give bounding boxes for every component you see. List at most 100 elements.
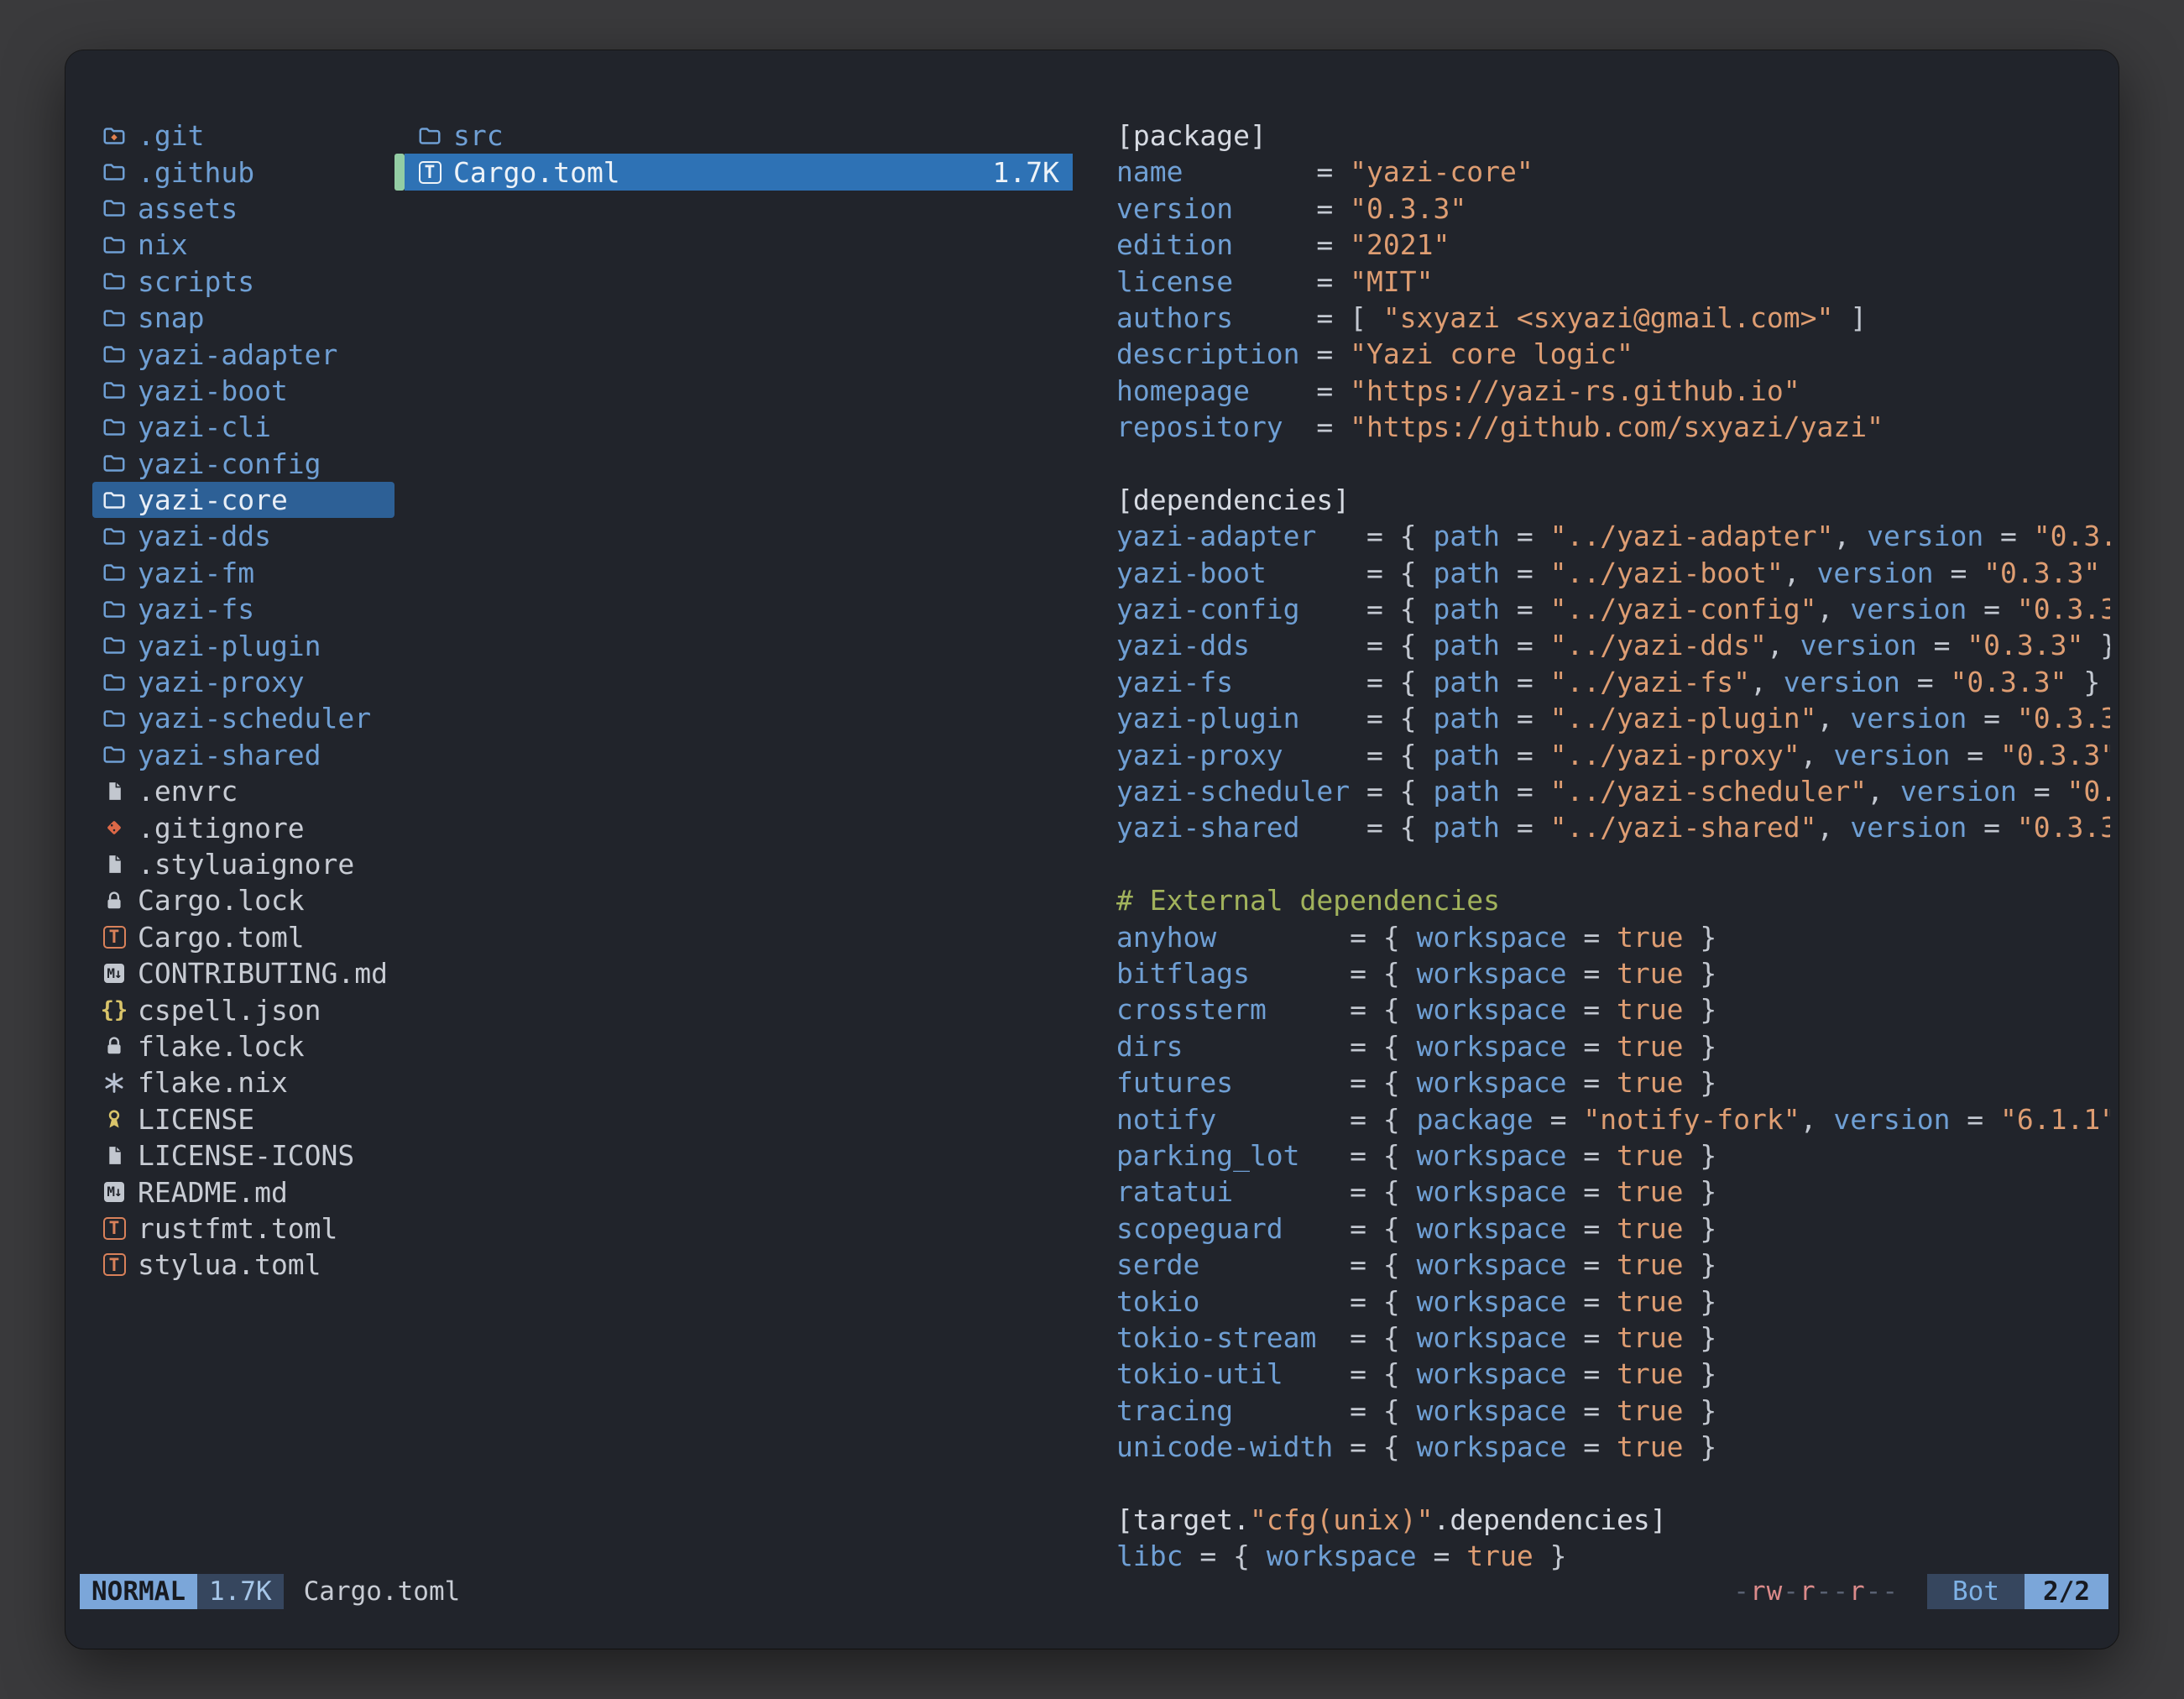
parent-item-nix[interactable]: nix — [92, 227, 394, 263]
token-pun: , — [1800, 739, 1834, 771]
token-pun: = — [1300, 337, 1351, 370]
parent-item-.git[interactable]: .git — [92, 118, 394, 154]
item-label: snap — [138, 301, 204, 334]
token-pun: ] — [1833, 301, 1867, 334]
item-label: .git — [138, 119, 204, 152]
parent-item-yazi-dds[interactable]: yazi-dds — [92, 518, 394, 554]
token-com: # External dependencies — [1116, 884, 1500, 917]
token-pun: = — [1500, 557, 1550, 589]
token-pun: } — [1684, 921, 1717, 954]
token-pun: = — [1500, 739, 1550, 771]
token-pun: , — [1784, 557, 1817, 589]
item-label: stylua.toml — [138, 1248, 321, 1281]
parent-item-flake.nix[interactable]: flake.nix — [92, 1064, 394, 1100]
token-key: yazi-fs — [1116, 666, 1233, 698]
preview-line: description = "Yazi core logic" — [1116, 336, 2110, 372]
parent-item-flake.lock[interactable]: flake.lock — [92, 1028, 394, 1064]
token-pun: = — [1233, 192, 1350, 225]
token-pun: = — [1566, 1321, 1617, 1354]
parent-item-.gitignore[interactable]: .gitignore — [92, 809, 394, 845]
row-body: src — [405, 118, 1073, 154]
parent-item-yazi-boot[interactable]: yazi-boot — [92, 373, 394, 409]
item-label: yazi-config — [138, 447, 321, 480]
file-icon — [101, 850, 128, 880]
folder-icon — [101, 303, 128, 333]
preview-line: crossterm = { workspace = true } — [1116, 991, 2110, 1027]
parent-item-yazi-config[interactable]: yazi-config — [92, 446, 394, 482]
token-key: unicode-width — [1116, 1430, 1333, 1463]
parent-item-LICENSE[interactable]: LICENSE — [92, 1101, 394, 1137]
parent-item-.github[interactable]: .github — [92, 154, 394, 190]
token-key: version — [1116, 192, 1233, 225]
parent-item-yazi-scheduler[interactable]: yazi-scheduler — [92, 700, 394, 736]
git-icon — [101, 813, 128, 843]
preview-line: [target."cfg(unix)".dependencies] — [1116, 1502, 2110, 1538]
parent-item-yazi-fm[interactable]: yazi-fm — [92, 555, 394, 591]
token-key: path — [1434, 520, 1500, 552]
token-pun: = — [1566, 1066, 1617, 1099]
token-pun: = — [1950, 1103, 2000, 1136]
parent-item-yazi-fs[interactable]: yazi-fs — [92, 591, 394, 627]
parent-item-README.md[interactable]: M↓README.md — [92, 1174, 394, 1210]
preview-line: ratatui = { workspace = true } — [1116, 1174, 2110, 1210]
token-key: tracing — [1116, 1394, 1233, 1427]
token-bool: true — [1617, 1394, 1683, 1427]
item-label: yazi-adapter — [138, 338, 337, 371]
folder-icon — [101, 230, 128, 260]
token-str: "0.3.3" — [2017, 702, 2110, 734]
parent-item-scripts[interactable]: scripts — [92, 264, 394, 300]
parent-item-yazi-plugin[interactable]: yazi-plugin — [92, 627, 394, 663]
token-pun: = { — [1300, 1139, 1417, 1172]
perm-letter: r — [1849, 1576, 1866, 1607]
parent-item-yazi-cli[interactable]: yazi-cli — [92, 409, 394, 445]
token-str: "https://yazi-rs.github.io" — [1350, 374, 1800, 407]
parent-item-LICENSE-ICONS[interactable]: LICENSE-ICONS — [92, 1137, 394, 1174]
token-key: tokio-util — [1116, 1357, 1283, 1390]
parent-item-assets[interactable]: assets — [92, 191, 394, 227]
parent-item-yazi-proxy[interactable]: yazi-proxy — [92, 664, 394, 700]
parent-item-yazi-shared[interactable]: yazi-shared — [92, 737, 394, 773]
item-label: CONTRIBUTING.md — [138, 957, 388, 990]
token-bool: true — [1617, 1321, 1683, 1354]
token-pun: = { — [1183, 1030, 1416, 1063]
token-pun: = { — [1233, 1394, 1417, 1427]
token-pun: = { — [1283, 1357, 1417, 1390]
parent-item-cspell.json[interactable]: {}cspell.json — [92, 991, 394, 1027]
parent-item-.styluaignore[interactable]: .styluaignore — [92, 846, 394, 882]
token-key: scopeguard — [1116, 1212, 1283, 1245]
perm-dash: - — [1866, 1576, 1883, 1607]
parent-item-yazi-adapter[interactable]: yazi-adapter — [92, 336, 394, 372]
token-key: workspace — [1417, 1394, 1567, 1427]
parent-item-stylua.toml[interactable]: Tstylua.toml — [92, 1247, 394, 1283]
token-pun: } — [1684, 1030, 1717, 1063]
token-pun: = — [1233, 228, 1350, 261]
item-label: yazi-scheduler — [138, 702, 371, 734]
parent-item-yazi-core[interactable]: yazi-core — [92, 482, 394, 518]
preview-line: parking_lot = { workspace = true } — [1116, 1137, 2110, 1174]
current-item-Cargo.toml[interactable]: TCargo.toml1.7K — [394, 154, 1073, 190]
item-label: nix — [138, 228, 188, 261]
token-key: workspace — [1417, 1285, 1567, 1318]
preview-line — [1116, 1465, 2110, 1501]
current-item-src[interactable]: src — [394, 118, 1073, 154]
parent-item-Cargo.lock[interactable]: Cargo.lock — [92, 882, 394, 918]
token-key: path — [1434, 557, 1500, 589]
token-key: bitflags — [1116, 957, 1250, 990]
parent-item-.envrc[interactable]: .envrc — [92, 773, 394, 809]
preview-line: yazi-scheduler = { path = "../yazi-sched… — [1116, 773, 2110, 809]
token-key: notify — [1116, 1103, 1216, 1136]
parent-item-rustfmt.toml[interactable]: Trustfmt.toml — [92, 1210, 394, 1247]
token-bool: true — [1617, 1248, 1683, 1281]
preview-line: tracing = { workspace = true } — [1116, 1393, 2110, 1429]
token-key: version — [1900, 775, 2017, 808]
parent-item-snap[interactable]: snap — [92, 300, 394, 336]
token-key: tokio — [1116, 1285, 1199, 1318]
parent-item-Cargo.toml[interactable]: TCargo.toml — [92, 919, 394, 955]
current-directory-pane: srcTCargo.toml1.7K — [394, 118, 1073, 191]
token-str: "https://github.com/sxyazi/yazi" — [1350, 410, 1884, 443]
token-pun: = { — [1267, 557, 1434, 589]
token-pun: = — [1566, 1212, 1617, 1245]
parent-item-CONTRIBUTING.md[interactable]: M↓CONTRIBUTING.md — [92, 955, 394, 991]
token-pun: = { — [1300, 702, 1434, 734]
token-key: edition — [1116, 228, 1233, 261]
